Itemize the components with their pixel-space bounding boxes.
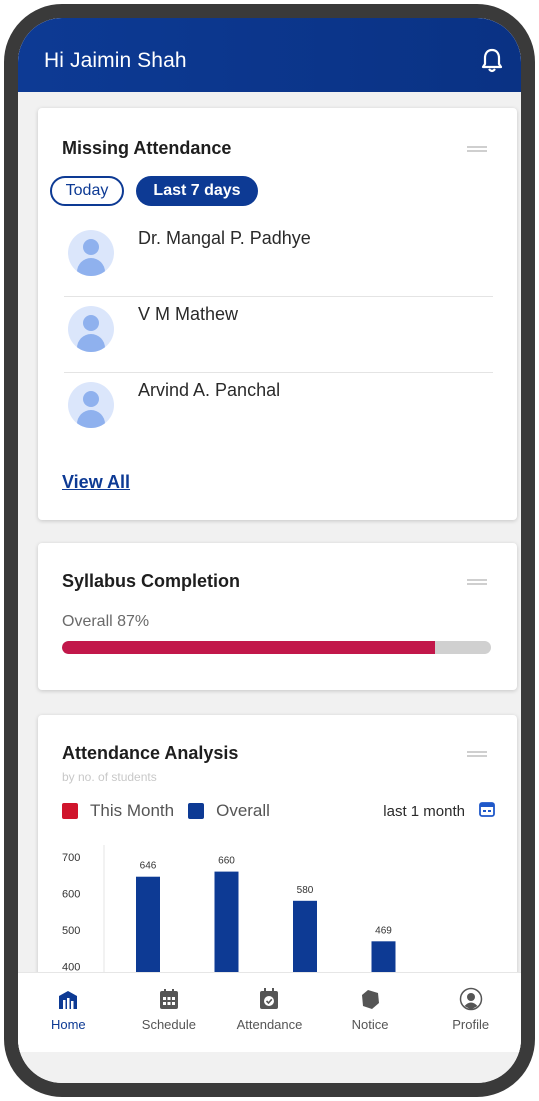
attendance-icon [260, 988, 279, 1009]
app-screen: Hi Jaimin Shah Missing Attendance Today … [18, 18, 521, 1083]
bell-icon[interactable] [481, 48, 503, 74]
filter-today-chip[interactable]: Today [50, 176, 124, 206]
notice-icon [362, 990, 380, 1009]
card-title: Syllabus Completion [62, 571, 241, 591]
syllabus-progress-bar [62, 641, 491, 654]
drag-handle-icon[interactable] [467, 751, 487, 757]
card-title: Missing Attendance [62, 138, 232, 158]
syllabus-completion-card: Syllabus Completion Overall 87% [38, 543, 517, 690]
range-label: last 1 month [383, 802, 465, 820]
drag-handle-icon[interactable] [467, 146, 487, 152]
view-all-link[interactable]: View All [62, 472, 130, 493]
schedule-icon [159, 989, 178, 1009]
card-title: Attendance Analysis [62, 743, 239, 763]
divider [64, 372, 493, 373]
person-name: Arvind A. Panchal [138, 380, 281, 400]
calendar-icon[interactable] [479, 801, 495, 821]
greeting-title: Hi Jaimin Shah [44, 49, 187, 72]
legend-label-overall[interactable]: Overall [216, 801, 270, 821]
list-item[interactable]: Dr. Mangal P. Padhye [64, 222, 493, 297]
phone-frame: Hi Jaimin Shah Missing Attendance Today … [4, 4, 535, 1097]
person-name: V M Mathew [138, 304, 239, 324]
list-item[interactable]: V M Mathew [64, 298, 493, 373]
bottom-navigation: Home Schedule Attendance Notice Profile [18, 972, 521, 1052]
nav-label: Attendance [236, 1017, 303, 1032]
legend-label-this-month[interactable]: This Month [90, 801, 174, 821]
attendance-bar-chart: 700 600 500 400 646 660 580 469 [62, 845, 396, 973]
y-tick-label: 700 [62, 852, 80, 864]
syllabus-progress-fill [62, 641, 436, 654]
nav-home[interactable]: Home [23, 987, 113, 1032]
nav-schedule[interactable]: Schedule [124, 987, 214, 1032]
profile-icon [459, 987, 482, 1011]
avatar [68, 382, 114, 428]
bar-data-label: 646 [140, 861, 157, 872]
avatar [68, 306, 114, 352]
chart-bar[interactable] [371, 941, 396, 972]
nav-attendance[interactable]: Attendance [224, 987, 314, 1032]
home-content[interactable]: Missing Attendance Today Last 7 days Dr.… [18, 92, 521, 972]
person-name: Dr. Mangal P. Padhye [138, 228, 311, 248]
drag-handle-icon[interactable] [467, 579, 487, 585]
divider [64, 296, 493, 297]
legend-swatch-this-month [62, 803, 78, 819]
chart-bar[interactable] [136, 876, 160, 972]
home-icon [59, 991, 78, 1009]
nav-label: Notice [351, 1017, 389, 1032]
nav-label: Schedule [141, 1017, 196, 1032]
attendance-analysis-card: Attendance Analysis by no. of students T… [38, 715, 517, 972]
legend-swatch-overall [188, 803, 205, 819]
chart-subtitle: by no. of students [62, 770, 157, 784]
bar-data-label: 660 [218, 856, 235, 867]
y-tick-label: 400 [62, 962, 80, 973]
missing-attendance-card: Missing Attendance Today Last 7 days Dr.… [38, 108, 517, 520]
nav-profile[interactable]: Profile [426, 987, 516, 1032]
overall-percentage-label: Overall 87% [62, 613, 150, 630]
app-bar: Hi Jaimin Shah [18, 18, 521, 92]
bar-data-label: 580 [297, 885, 314, 896]
y-tick-label: 600 [62, 889, 80, 901]
list-item[interactable]: Arvind A. Panchal [64, 374, 493, 444]
y-tick-label: 500 [62, 925, 80, 937]
chart-legend: This Month Overall [62, 801, 270, 821]
filter-last-7-days-chip[interactable]: Last 7 days [136, 176, 258, 206]
chart-bar[interactable] [293, 900, 317, 972]
nav-label: Home [50, 1017, 86, 1032]
bar-data-label: 469 [375, 925, 392, 936]
nav-notice[interactable]: Notice [325, 987, 415, 1032]
nav-label: Profile [452, 1017, 490, 1032]
avatar [68, 230, 114, 276]
range-selector[interactable]: last 1 month [383, 801, 495, 821]
chart-bar[interactable] [214, 871, 239, 972]
